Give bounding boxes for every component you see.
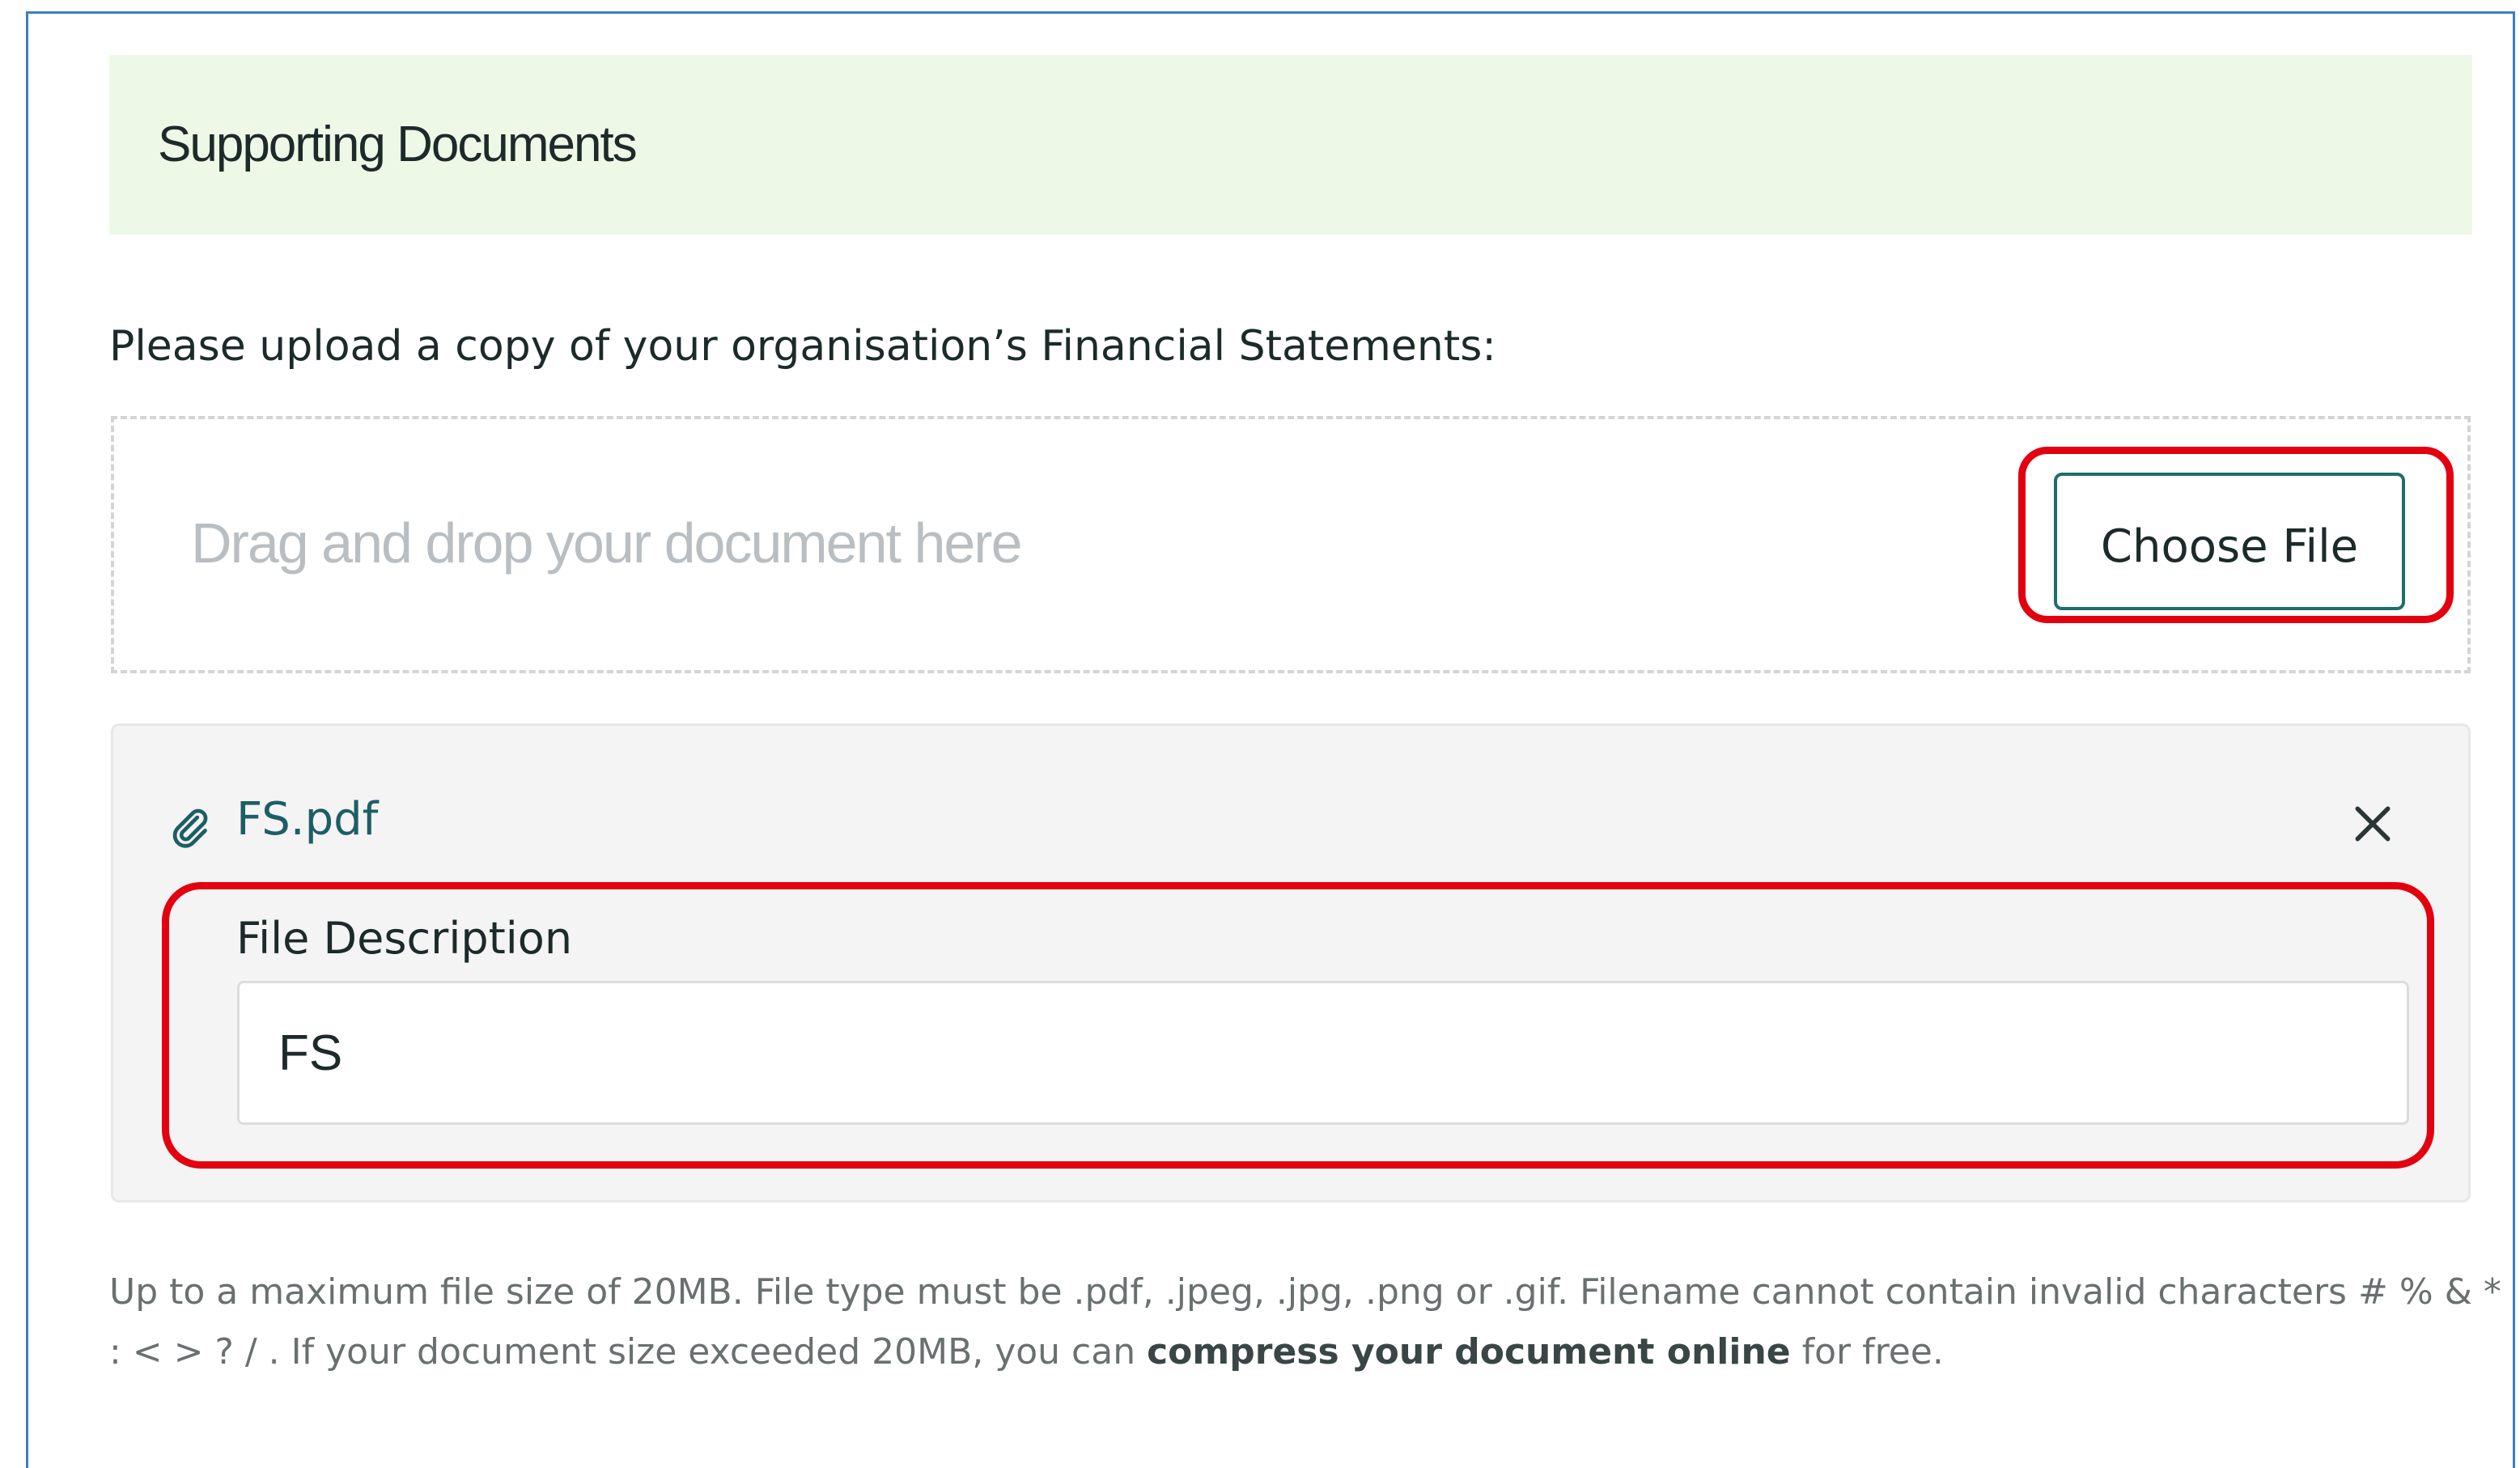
upload-help-text: Up to a maximum file size of 20MB. File … — [109, 1262, 2505, 1382]
upload-help-suffix: for free. — [1801, 1331, 1944, 1373]
section-title: Supporting Documents — [158, 117, 638, 172]
choose-file-highlight-annotation — [2018, 447, 2454, 623]
upload-question-label: Please upload a copy of your organisatio… — [109, 322, 1496, 371]
compress-document-link[interactable]: compress your document online — [1147, 1331, 1791, 1373]
file-description-highlight-annotation — [162, 882, 2434, 1169]
uploaded-file-name-link[interactable]: FS.pdf — [236, 793, 378, 846]
section-header: Supporting Documents — [109, 55, 2472, 235]
close-icon[interactable] — [2350, 801, 2395, 846]
dropzone-placeholder: Drag and drop your document here — [191, 511, 1023, 575]
paperclip-icon — [172, 808, 208, 848]
